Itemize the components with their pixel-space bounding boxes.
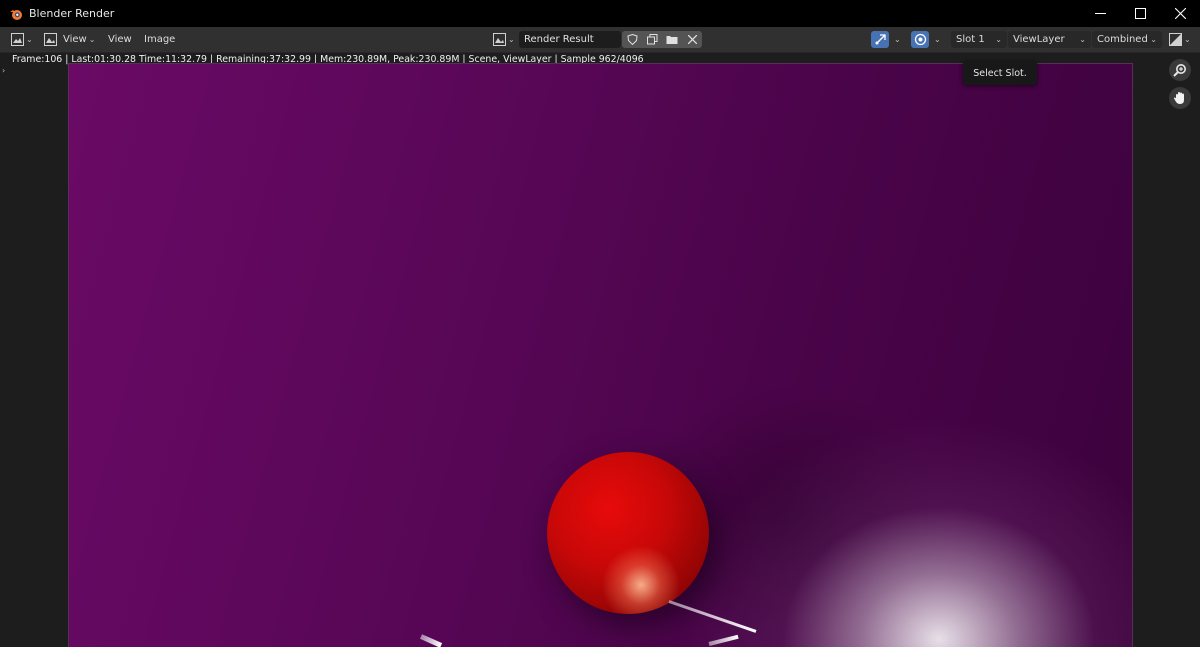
sidebar-toggle-arrow-icon[interactable]: › (2, 66, 5, 75)
close-icon (1174, 8, 1186, 19)
light-beam (668, 600, 757, 633)
hand-icon (1173, 92, 1184, 104)
view-mode-label: View (63, 34, 87, 45)
chevron-down-icon: ⌄ (995, 34, 1002, 44)
overlay-icon (914, 33, 926, 46)
menu-image-label: Image (144, 34, 176, 45)
chevron-down-icon: ⌄ (1079, 34, 1086, 44)
view-layer-dropdown[interactable]: ViewLayer ⌄ (1008, 30, 1091, 49)
window-title: Blender Render (29, 7, 115, 20)
chevron-down-icon: ⌄ (26, 34, 33, 44)
chevron-down-icon: ⌄ (894, 34, 901, 44)
fake-user-button[interactable] (622, 31, 642, 48)
window-titlebar: Blender Render (0, 0, 1200, 27)
minimize-icon (1094, 13, 1106, 14)
duplicate-icon (646, 34, 657, 45)
render-pass-value: Combined (1097, 34, 1148, 45)
view-menu-dropdown[interactable]: View ⌄ (44, 30, 95, 49)
folder-icon (666, 36, 678, 44)
light-beam (708, 634, 739, 646)
chevron-down-icon: ⌄ (1150, 34, 1157, 44)
image-browse-icon (493, 33, 506, 46)
maximize-icon (1134, 8, 1146, 19)
red-sphere (547, 452, 709, 614)
image-name-text: Render Result (524, 34, 594, 45)
chevron-down-icon: ⌄ (1184, 34, 1191, 44)
browse-image-button[interactable]: ⌄ (493, 30, 515, 49)
image-buttons-group (622, 30, 702, 49)
new-image-button[interactable] (642, 31, 662, 48)
minimize-button[interactable] (1080, 0, 1120, 27)
close-icon (687, 35, 697, 44)
gizmo-toggle[interactable]: ⌄ (871, 30, 901, 49)
zoom-icon (1173, 64, 1186, 77)
menu-view[interactable]: View (108, 30, 132, 49)
render-pass-dropdown[interactable]: Combined ⌄ (1092, 30, 1162, 49)
open-image-button[interactable] (662, 31, 682, 48)
shield-icon (626, 34, 638, 45)
tooltip-text: Select Slot. (973, 67, 1027, 79)
chevron-down-icon: ⌄ (508, 34, 515, 44)
unlink-image-button[interactable] (682, 31, 702, 48)
menu-view-label: View (108, 34, 132, 45)
image-editor-icon (11, 33, 24, 46)
menu-image[interactable]: Image (144, 30, 175, 49)
zoom-button[interactable] (1169, 59, 1191, 81)
render-result-canvas[interactable] (68, 63, 1133, 647)
slot-tooltip: Select Slot. (963, 61, 1037, 85)
maximize-button[interactable] (1120, 0, 1160, 27)
display-channels-icon (1169, 33, 1182, 46)
display-channels-dropdown[interactable]: ⌄ (1169, 30, 1191, 49)
blender-logo-icon (10, 9, 22, 20)
image-name-field[interactable]: Render Result (519, 30, 621, 49)
editor-type-selector[interactable]: ⌄ (11, 30, 33, 49)
close-button[interactable] (1160, 0, 1200, 27)
view-layer-value: ViewLayer (1013, 34, 1065, 45)
transform-gizmo-icon (875, 34, 886, 45)
slot-value: Slot 1 (956, 34, 985, 45)
view-mode-icon (44, 33, 57, 46)
pan-button[interactable] (1169, 87, 1191, 109)
light-beam (419, 634, 443, 647)
overlay-toggle[interactable]: ⌄ (911, 30, 941, 49)
chevron-down-icon: ⌄ (934, 34, 941, 44)
chevron-down-icon: ⌄ (88, 34, 96, 44)
window-controls (1080, 0, 1200, 27)
slot-dropdown[interactable]: Slot 1 ⌄ (951, 30, 1007, 49)
image-editor-header: ⌄ View ⌄ View Image ⌄ Render Result ⌄ ⌄ … (0, 27, 1200, 53)
